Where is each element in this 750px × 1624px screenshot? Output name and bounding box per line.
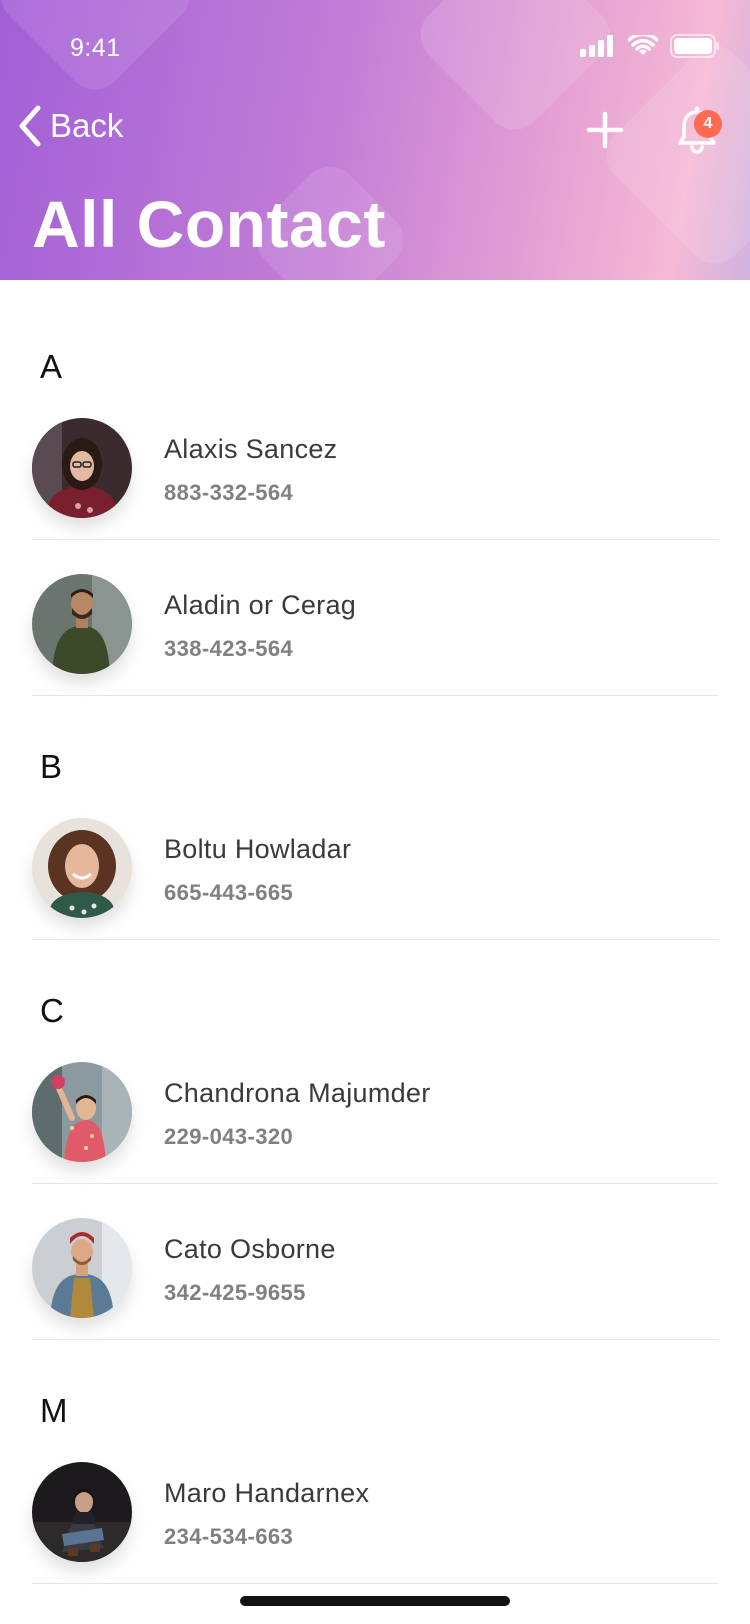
contact-phone: 342-425-9655: [164, 1280, 306, 1305]
contact-phone: 229-043-320: [164, 1124, 294, 1149]
divider: [32, 1583, 718, 1584]
avatar-image: [32, 418, 132, 518]
contact-phone: 234-534-663: [164, 1524, 294, 1549]
divider: [32, 539, 718, 540]
avatar-image: [32, 818, 132, 918]
avatar: [32, 1062, 132, 1162]
avatar: [32, 1462, 132, 1562]
back-label: Back: [50, 107, 124, 144]
section-letter-a: A: [40, 348, 63, 385]
avatar-image: [32, 1218, 132, 1318]
contact-phone: 338-423-564: [164, 636, 294, 661]
avatar-image: [32, 1062, 132, 1162]
signal-icon: [580, 35, 613, 57]
contact-name: Alaxis Sancez: [164, 434, 338, 464]
avatar: [32, 1218, 132, 1318]
status-icons: [580, 34, 720, 58]
notification-badge: 4: [694, 110, 722, 138]
contact-row[interactable]: Alaxis Sancez 883-332-564: [32, 418, 718, 538]
divider: [32, 1183, 718, 1184]
contact-row[interactable]: Aladin or Cerag 338-423-564: [32, 574, 718, 694]
divider: [32, 939, 718, 940]
avatar: [32, 418, 132, 518]
contacts-screen: 9:41 Back 4 All Contact A Alaxis Sancez …: [0, 0, 750, 1624]
contact-name: Chandrona Majumder: [164, 1078, 431, 1108]
avatar: [32, 574, 132, 674]
header-decoration: [594, 34, 750, 276]
section-letter-c: C: [40, 992, 64, 1029]
section-letter-m: M: [40, 1392, 68, 1429]
status-time: 9:41: [70, 34, 121, 62]
contact-name: Boltu Howladar: [164, 834, 352, 864]
contact-row[interactable]: Boltu Howladar 665-443-665: [32, 818, 718, 938]
back-button[interactable]: Back: [16, 104, 123, 148]
avatar-image: [32, 1462, 132, 1562]
chevron-left-icon: [19, 105, 41, 147]
avatar-image: [32, 574, 132, 674]
avatar: [32, 818, 132, 918]
contact-name: Maro Handarnex: [164, 1478, 370, 1508]
divider: [32, 1339, 718, 1340]
battery-icon: [670, 34, 719, 58]
contact-row[interactable]: Chandrona Majumder 229-043-320: [32, 1062, 718, 1182]
contact-phone: 665-443-665: [164, 880, 294, 905]
plus-icon: [586, 111, 624, 149]
home-indicator[interactable]: [240, 1596, 510, 1606]
contact-phone: 883-332-564: [164, 480, 294, 505]
page-title: All Contact: [32, 187, 386, 261]
contact-name: Cato Osborne: [164, 1234, 336, 1264]
contact-row[interactable]: Maro Handarnex 234-534-663: [32, 1462, 718, 1582]
wifi-icon: [628, 35, 658, 55]
header: 9:41 Back 4 All Contact: [0, 0, 750, 280]
add-contact-button[interactable]: [585, 110, 625, 150]
divider: [32, 695, 718, 696]
contact-row[interactable]: Cato Osborne 342-425-9655: [32, 1218, 718, 1338]
contact-name: Aladin or Cerag: [164, 590, 357, 620]
section-letter-b: B: [40, 748, 63, 785]
